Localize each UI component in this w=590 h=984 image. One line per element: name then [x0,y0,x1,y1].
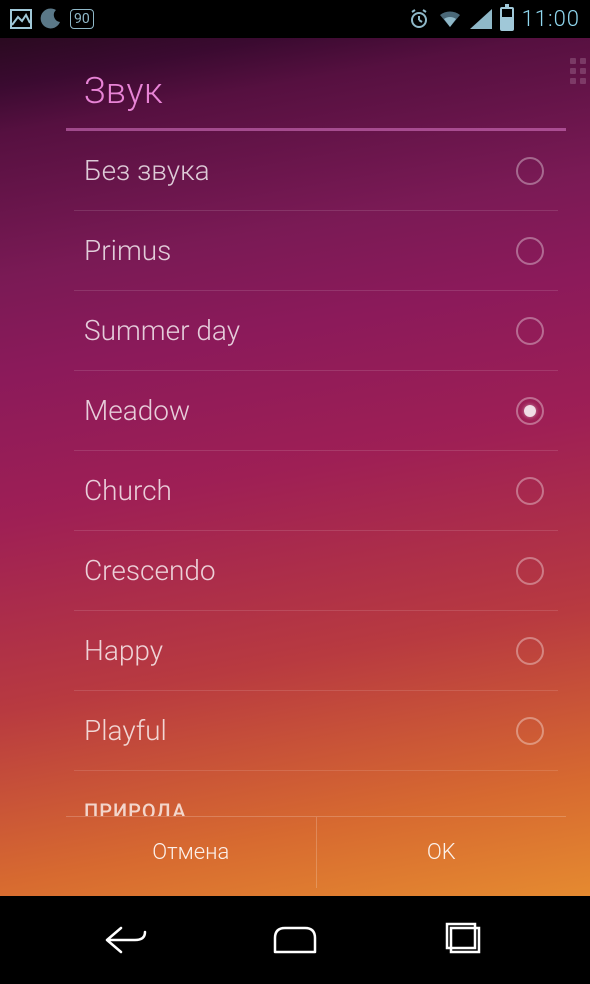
sound-option-primus[interactable]: Primus [74,211,558,291]
alarm-icon [408,8,430,30]
sound-option-label: Church [84,474,172,507]
sound-option-label: Summer day [84,314,240,347]
radio-icon[interactable] [516,637,544,665]
clock: 11:00 [522,7,580,32]
sound-option-playful[interactable]: Playful [74,691,558,771]
night-mode-icon [40,8,62,30]
status-left: 90 [10,8,94,30]
sound-option-label: Happy [84,634,163,667]
sound-option-label: Без звука [84,154,210,187]
sound-option-meadow[interactable]: Meadow [74,371,558,451]
sound-option-summer-day[interactable]: Summer day [74,291,558,371]
sound-option-label: Meadow [84,394,190,427]
back-button[interactable] [85,918,165,962]
radio-icon[interactable] [516,397,544,425]
status-right: 11:00 [408,7,580,32]
dialog-title: Звук [66,56,566,131]
sound-option-church[interactable]: Church [74,451,558,531]
recent-apps-button[interactable] [425,918,505,962]
picture-icon [10,9,32,29]
ok-button[interactable]: OK [316,817,567,888]
radio-icon[interactable] [516,157,544,185]
home-button[interactable] [255,918,335,962]
sound-list[interactable]: Без звука Primus Summer day Meadow Churc… [66,131,566,816]
radio-icon[interactable] [516,557,544,585]
sound-option-happy[interactable]: Happy [74,611,558,691]
screen: Звук Без звука Primus Summer day Meadow … [0,38,590,896]
sound-option-label: Primus [84,234,171,267]
wifi-icon [438,9,462,29]
radio-icon[interactable] [516,717,544,745]
section-header-nature: ПРИРОДА [74,771,558,816]
radio-icon[interactable] [516,237,544,265]
navigation-bar [0,896,590,984]
radio-icon[interactable] [516,477,544,505]
status-bar: 90 11:00 [0,0,590,38]
overflow-icon[interactable] [570,58,586,84]
radio-icon[interactable] [516,317,544,345]
sound-option-none[interactable]: Без звука [74,131,558,211]
battery-icon [500,7,514,31]
cancel-button[interactable]: Отмена [66,817,316,888]
sound-option-label: Playful [84,714,167,747]
sound-dialog: Звук Без звука Primus Summer day Meadow … [66,56,566,888]
dialog-buttons: Отмена OK [66,816,566,888]
sound-option-crescendo[interactable]: Crescendo [74,531,558,611]
sound-option-label: Crescendo [84,554,216,587]
signal-icon [470,9,492,29]
battery-percent-icon: 90 [70,9,94,29]
